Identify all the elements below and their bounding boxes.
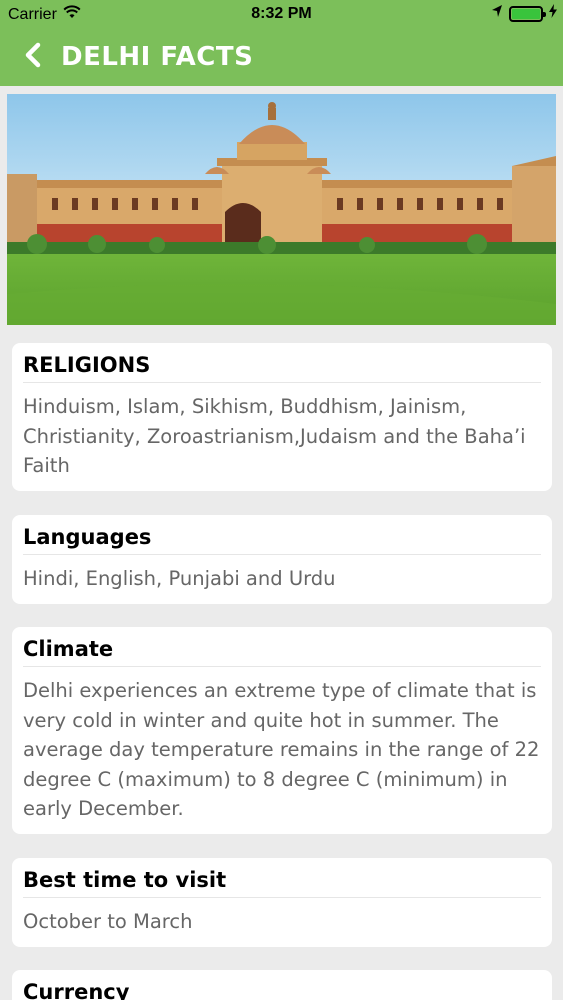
fact-card-religions: RELIGIONS Hinduism, Islam, Sikhism, Budd… <box>12 343 552 491</box>
fact-heading: Best time to visit <box>23 866 541 898</box>
fact-heading: Languages <box>23 523 541 555</box>
status-indicators <box>491 4 557 23</box>
fact-heading: Currency <box>23 978 541 1000</box>
chevron-left-icon <box>24 42 42 72</box>
status-time: 8:32 PM <box>251 5 312 22</box>
fact-card-currency: Currency <box>12 970 552 1000</box>
navigation-bar: DELHI FACTS <box>0 28 563 86</box>
location-arrow-icon <box>491 4 503 23</box>
fact-text: Hindi, English, Punjabi and Urdu <box>23 567 336 590</box>
status-bar: Carrier 8:32 PM <box>0 0 563 28</box>
fact-card-best-time: Best time to visit October to March <box>12 858 552 947</box>
fact-text: Delhi experiences an extreme type of cli… <box>23 679 540 820</box>
fact-heading: RELIGIONS <box>23 351 541 383</box>
back-button[interactable] <box>16 40 50 74</box>
fact-text: Hinduism, Islam, Sikhism, Buddhism, Jain… <box>23 395 526 477</box>
fact-heading: Climate <box>23 635 541 667</box>
battery-icon <box>509 5 546 22</box>
hero-image <box>7 94 556 325</box>
fact-card-climate: Climate Delhi experiences an extreme typ… <box>12 627 552 834</box>
page-title: DELHI FACTS <box>61 42 254 72</box>
fact-text: October to March <box>23 910 193 933</box>
fact-card-languages: Languages Hindi, English, Punjabi and Ur… <box>12 515 552 604</box>
charging-bolt-icon <box>549 4 557 23</box>
